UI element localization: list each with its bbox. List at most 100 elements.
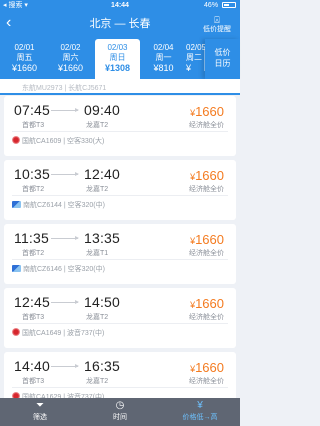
battery-percent: 46% bbox=[204, 2, 219, 9]
arrow-icon bbox=[51, 172, 79, 176]
flight-card[interactable]: 07:45 09:40 首都T3 龙嘉T2 ¥1660 经济舱全价 国航CA16… bbox=[4, 96, 236, 156]
weekday-label: 周六 bbox=[62, 53, 79, 62]
date-price: ¥810 bbox=[153, 63, 174, 73]
low-price-alert-label: 低价提醒 bbox=[203, 26, 231, 33]
date-selector: 02/01 周五 ¥1660 02/02 周六 ¥1660 02/03 周日 ¥… bbox=[0, 39, 240, 79]
departure-airport: 首都T3 bbox=[22, 314, 45, 321]
flight-price: ¥1660 bbox=[190, 296, 224, 311]
departure-time: 11:35 bbox=[14, 230, 49, 246]
arrival-airport: 龙嘉T2 bbox=[86, 122, 109, 129]
air-china-logo-icon bbox=[12, 328, 20, 336]
navbar: ‹ 北京 — 长春 ⍓ 低价提醒 bbox=[0, 11, 240, 37]
date-label: 02/03 bbox=[107, 43, 128, 52]
battery-icon bbox=[222, 2, 236, 9]
date-label: 02/05 bbox=[186, 43, 206, 52]
airline-info: 南航CZ6144 | 空客320(中) bbox=[12, 200, 105, 210]
tab-label: 时间 bbox=[113, 414, 127, 421]
price-value: 1660 bbox=[195, 296, 224, 311]
airline-info: 国航CA1649 | 波音737(中) bbox=[12, 328, 104, 338]
air-china-logo-icon bbox=[12, 136, 20, 144]
airline-text: 国航CA1649 | 波音737(中) bbox=[22, 330, 105, 337]
date-tab[interactable]: 02/01 周五 ¥1660 bbox=[2, 39, 47, 79]
date-tab[interactable]: 02/04 周一 ¥810 bbox=[141, 39, 186, 79]
date-price: ¥ bbox=[186, 63, 192, 73]
date-price: ¥1660 bbox=[57, 63, 84, 73]
arrow-icon bbox=[51, 300, 79, 304]
flight-card[interactable]: 12:45 14:50 首都T3 龙嘉T2 ¥1660 经济舱全价 国航CA16… bbox=[4, 288, 236, 348]
date-tab[interactable]: 02/02 周六 ¥1660 bbox=[48, 39, 93, 79]
arrival-time: 13:35 bbox=[84, 230, 121, 246]
departure-airport: 首都T3 bbox=[22, 378, 45, 385]
date-label: 02/01 bbox=[14, 43, 35, 52]
price-calendar-button[interactable]: 低价日历 bbox=[204, 39, 240, 79]
cabin-class: 经济舱全价 bbox=[189, 314, 224, 321]
airline-info: 国航CA1609 | 空客330(大) bbox=[12, 136, 104, 146]
price-calendar-label: 低价日历 bbox=[214, 48, 231, 68]
bell-icon: ⍓ bbox=[214, 15, 220, 25]
tab-filter[interactable]: ⏷ 筛选 bbox=[0, 398, 80, 426]
arrow-icon bbox=[51, 236, 79, 240]
cabin-class: 经济舱全价 bbox=[189, 378, 224, 385]
arrival-airport: 龙嘉T2 bbox=[86, 314, 109, 321]
price-value: 1660 bbox=[195, 168, 224, 183]
arrow-icon bbox=[51, 108, 79, 112]
departure-airport: 首都T3 bbox=[22, 122, 45, 129]
arrival-time: 12:40 bbox=[84, 166, 121, 182]
divider bbox=[12, 323, 228, 324]
date-label: 02/02 bbox=[60, 43, 81, 52]
cabin-class: 经济舱全价 bbox=[189, 250, 224, 257]
weekday-label: 周二 bbox=[186, 53, 202, 62]
cabin-class: 经济舱全价 bbox=[189, 122, 224, 129]
flight-price: ¥1660 bbox=[190, 104, 224, 119]
tab-label: 筛选 bbox=[33, 414, 47, 421]
price-value: 1660 bbox=[195, 360, 224, 375]
airline-text: 南航CZ6144 | 空客320(中) bbox=[23, 202, 105, 209]
arrow-icon bbox=[51, 364, 79, 368]
date-tab[interactable]: 02/05 周二 ¥ bbox=[186, 39, 206, 79]
flight-card[interactable]: 11:35 13:35 首都T2 龙嘉T1 ¥1660 经济舱全价 南航CZ61… bbox=[4, 224, 236, 284]
flight-price: ¥1660 bbox=[190, 360, 224, 375]
date-price: ¥1660 bbox=[11, 63, 38, 73]
flight-price: ¥1660 bbox=[190, 168, 224, 183]
weekday-label: 周五 bbox=[16, 53, 33, 62]
airline-text: 国航CA1609 | 空客330(大) bbox=[22, 138, 105, 145]
bottom-tab-bar: ⏷ 筛选 ◷ 时间 ¥ 价格低→高 bbox=[0, 398, 240, 426]
filter-icon: ⏷ bbox=[36, 400, 44, 411]
divider bbox=[12, 387, 228, 388]
flight-price: ¥1660 bbox=[190, 232, 224, 247]
price-value: 1660 bbox=[195, 232, 224, 247]
departure-time: 14:40 bbox=[14, 358, 51, 374]
arrival-time: 14:50 bbox=[84, 294, 121, 310]
status-bar: ◂ 搜索 ▾ 14:44 46% bbox=[0, 0, 240, 11]
arrival-time: 16:35 bbox=[84, 358, 121, 374]
price-value: 1660 bbox=[195, 104, 224, 119]
partial-flight-text: 东航MU2973 | 长航CJ5671 bbox=[22, 85, 107, 92]
tab-price-sort[interactable]: ¥ 价格低→高 bbox=[160, 398, 240, 426]
divider bbox=[12, 259, 228, 260]
airline-info: 南航CZ6146 | 空客320(中) bbox=[12, 264, 105, 274]
partial-flight-row[interactable]: 东航MU2973 | 长航CJ5671 bbox=[0, 79, 240, 95]
arrival-airport: 龙嘉T2 bbox=[86, 186, 109, 193]
divider bbox=[12, 195, 228, 196]
low-price-alert-button[interactable]: ⍓ 低价提醒 bbox=[199, 15, 235, 34]
departure-time: 12:45 bbox=[14, 294, 51, 310]
price-sort-icon: ¥ bbox=[197, 400, 203, 411]
date-tab-selected[interactable]: 02/03 周日 ¥1308 bbox=[95, 39, 140, 79]
arrival-time: 09:40 bbox=[84, 102, 121, 118]
china-southern-logo-icon bbox=[12, 201, 21, 208]
clock-icon: ◷ bbox=[115, 400, 125, 411]
tab-label: 价格低→高 bbox=[182, 414, 218, 421]
china-southern-logo-icon bbox=[12, 265, 21, 272]
departure-time: 10:35 bbox=[14, 166, 51, 182]
flight-card[interactable]: 10:35 12:40 首都T2 龙嘉T2 ¥1660 经济舱全价 南航CZ61… bbox=[4, 160, 236, 220]
departure-airport: 首都T2 bbox=[22, 186, 45, 193]
date-label: 02/04 bbox=[153, 43, 174, 52]
arrival-airport: 龙嘉T1 bbox=[86, 250, 109, 257]
tab-time[interactable]: ◷ 时间 bbox=[80, 398, 160, 426]
divider bbox=[12, 131, 228, 132]
cabin-class: 经济舱全价 bbox=[189, 186, 224, 193]
departure-airport: 首都T2 bbox=[22, 250, 45, 257]
date-price: ¥1308 bbox=[104, 63, 131, 73]
weekday-label: 周日 bbox=[109, 53, 126, 62]
weekday-label: 周一 bbox=[155, 53, 172, 62]
